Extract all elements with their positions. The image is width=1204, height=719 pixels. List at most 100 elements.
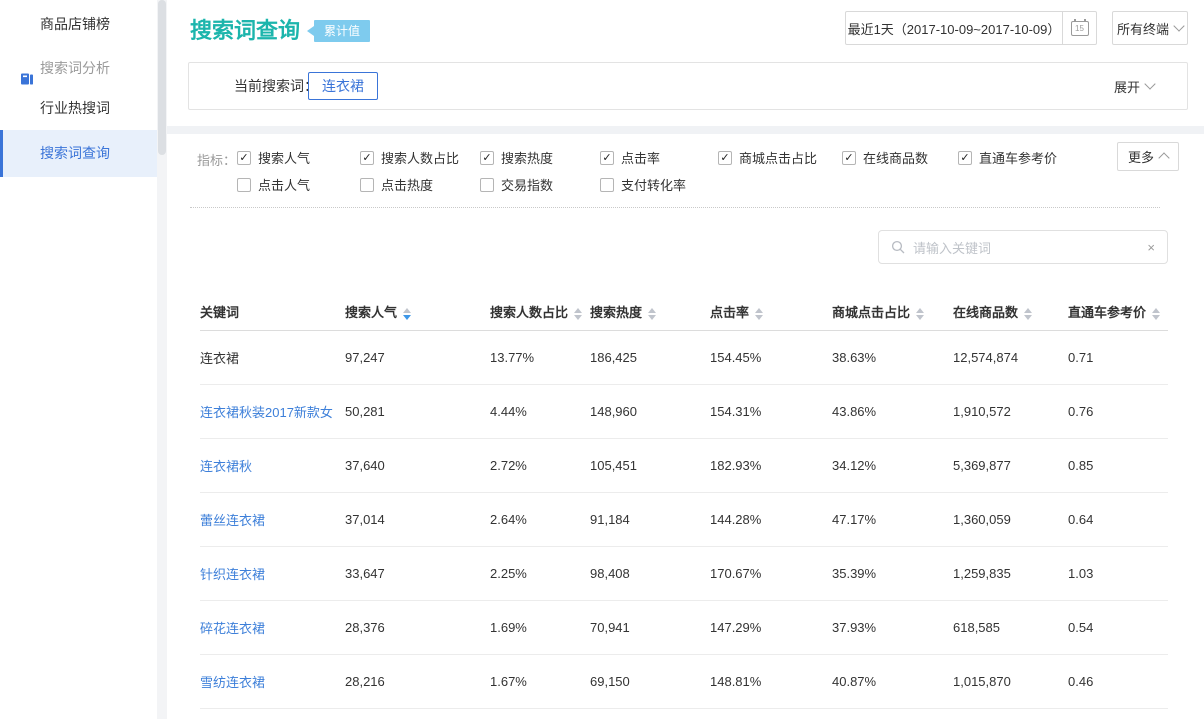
metric-checkbox-item[interactable]: 搜索热度	[480, 148, 600, 167]
metrics-row-2: 点击人气 点击热度 交易指数 支付转化率	[237, 175, 740, 194]
terminal-dropdown[interactable]: 所有终端	[1112, 11, 1188, 45]
metric-label: 商城点击占比	[739, 148, 817, 167]
cell-value: 38.63%	[832, 331, 953, 385]
cell-value: 28,216	[345, 655, 490, 709]
chevron-down-icon	[1144, 78, 1155, 89]
search-placeholder: 请输入关键词	[913, 238, 1139, 257]
sort-caret-icon[interactable]	[648, 308, 656, 320]
column-header-8[interactable]: 直通车参考价	[1068, 293, 1168, 331]
sidebar-item-2[interactable]: 搜索词分析	[0, 48, 157, 88]
column-header-7[interactable]: 在线商品数	[953, 293, 1068, 331]
page-title: 搜索词查询	[190, 13, 300, 45]
expand-toggle[interactable]: 展开	[1114, 63, 1154, 109]
keyword-link[interactable]: 连衣裙秋装2017新款女	[200, 405, 333, 420]
metric-checkbox-item[interactable]: 支付转化率	[600, 175, 740, 194]
cell-value: 4.44%	[490, 385, 590, 439]
metric-checkbox-item[interactable]: 交易指数	[480, 175, 600, 194]
checkbox-unchecked-icon[interactable]	[237, 178, 251, 192]
sidebar-item-label: 搜索词查询	[40, 145, 110, 161]
more-metrics-button[interactable]: 更多	[1117, 142, 1179, 171]
cell-value: 40.87%	[832, 655, 953, 709]
sidebar-item-3[interactable]: 行业热搜词	[0, 88, 157, 128]
metrics-label: 指标：	[197, 150, 236, 169]
cell-value: 182.93%	[710, 439, 832, 493]
terminal-label: 所有终端	[1117, 19, 1169, 38]
checkbox-checked-icon[interactable]	[600, 151, 614, 165]
sort-caret-icon[interactable]	[916, 308, 924, 320]
metric-label: 交易指数	[501, 175, 553, 194]
cell-value: 13.77%	[490, 331, 590, 385]
metric-checkbox-item[interactable]: 在线商品数	[842, 148, 958, 167]
checkbox-unchecked-icon[interactable]	[600, 178, 614, 192]
cell-value: 2.25%	[490, 547, 590, 601]
metric-label: 搜索热度	[501, 148, 553, 167]
keyword-link[interactable]: 蕾丝连衣裙	[200, 513, 265, 528]
cell-value: 1.03	[1068, 547, 1168, 601]
keyword-link[interactable]: 碎花连衣裙	[200, 621, 265, 636]
cell-value: 0.46	[1068, 655, 1168, 709]
cell-value: 1,015,870	[953, 655, 1068, 709]
cell-value: 1,360,059	[953, 493, 1068, 547]
metric-checkbox-item[interactable]: 点击人气	[237, 175, 360, 194]
cell-value: 0.71	[1068, 331, 1168, 385]
keyword-link[interactable]: 针织连衣裙	[200, 567, 265, 582]
sidebar-item-label: 行业热搜词	[40, 100, 110, 116]
keyword-link[interactable]: 连衣裙秋	[200, 459, 252, 474]
table-row: 连衣裙秋装2017新款女50,2814.44%148,960154.31%43.…	[200, 385, 1168, 439]
checkbox-unchecked-icon[interactable]	[360, 178, 374, 192]
table-row: 碎花连衣裙28,3761.69%70,941147.29%37.93%618,5…	[200, 601, 1168, 655]
sidebar-item-4[interactable]: 搜索词查询	[0, 130, 157, 177]
search-icon	[891, 240, 905, 254]
column-header-label: 搜索热度	[590, 305, 642, 320]
section-divider	[167, 126, 1204, 134]
sidebar-item-1[interactable]: 商品店铺榜	[0, 4, 157, 44]
sort-caret-icon[interactable]	[755, 308, 763, 320]
current-keyword-chip[interactable]: 连衣裙	[308, 72, 378, 100]
column-header-2[interactable]: 搜索人气	[345, 293, 490, 331]
cell-value: 148.81%	[710, 655, 832, 709]
cell-value: 1,259,835	[953, 547, 1068, 601]
metric-label: 在线商品数	[863, 148, 928, 167]
clear-search-icon[interactable]: ×	[1147, 241, 1155, 254]
cell-value: 98,408	[590, 547, 710, 601]
checkbox-checked-icon[interactable]	[237, 151, 251, 165]
keyword-search-input[interactable]: 请输入关键词 ×	[878, 230, 1168, 264]
cell-value: 0.64	[1068, 493, 1168, 547]
cell-value: 147.29%	[710, 601, 832, 655]
table-row: 蕾丝连衣裙37,0142.64%91,184144.28%47.17%1,360…	[200, 493, 1168, 547]
column-header-label: 商城点击占比	[832, 305, 910, 320]
metric-checkbox-item[interactable]: 直通车参考价	[958, 148, 1108, 167]
column-header-6[interactable]: 商城点击占比	[832, 293, 953, 331]
scrollbar-track[interactable]	[157, 0, 167, 719]
checkbox-checked-icon[interactable]	[958, 151, 972, 165]
column-header-3[interactable]: 搜索人数占比	[490, 293, 590, 331]
sort-caret-icon[interactable]	[403, 308, 411, 320]
metric-checkbox-item[interactable]: 点击热度	[360, 175, 480, 194]
sort-caret-icon[interactable]	[574, 308, 582, 320]
metric-checkbox-item[interactable]: 点击率	[600, 148, 718, 167]
checkbox-unchecked-icon[interactable]	[480, 178, 494, 192]
cell-value: 47.17%	[832, 493, 953, 547]
metric-checkbox-item[interactable]: 搜索人气	[237, 148, 360, 167]
checkbox-checked-icon[interactable]	[480, 151, 494, 165]
checkbox-checked-icon[interactable]	[360, 151, 374, 165]
date-range-picker[interactable]: 最近1天（2017-10-09~2017-10-09） 15	[845, 11, 1097, 45]
metric-label: 点击人气	[258, 175, 310, 194]
sidebar-item-label: 商品店铺榜	[40, 16, 110, 32]
checkbox-checked-icon[interactable]	[842, 151, 856, 165]
column-header-5[interactable]: 点击率	[710, 293, 832, 331]
keyword-link[interactable]: 雪纺连衣裙	[200, 675, 265, 690]
sort-caret-icon[interactable]	[1024, 308, 1032, 320]
metric-checkbox-item[interactable]: 搜索人数占比	[360, 148, 480, 167]
metric-checkbox-item[interactable]: 商城点击占比	[718, 148, 842, 167]
cell-value: 170.67%	[710, 547, 832, 601]
sort-caret-icon[interactable]	[1152, 308, 1160, 320]
column-header-label: 直通车参考价	[1068, 305, 1146, 320]
calendar-button[interactable]: 15	[1063, 12, 1096, 44]
cell-value: 1,910,572	[953, 385, 1068, 439]
column-header-4[interactable]: 搜索热度	[590, 293, 710, 331]
cell-value: 33,647	[345, 547, 490, 601]
scrollbar-thumb[interactable]	[158, 0, 166, 155]
date-range-label: 最近1天（2017-10-09~2017-10-09）	[846, 12, 1062, 44]
checkbox-checked-icon[interactable]	[718, 151, 732, 165]
